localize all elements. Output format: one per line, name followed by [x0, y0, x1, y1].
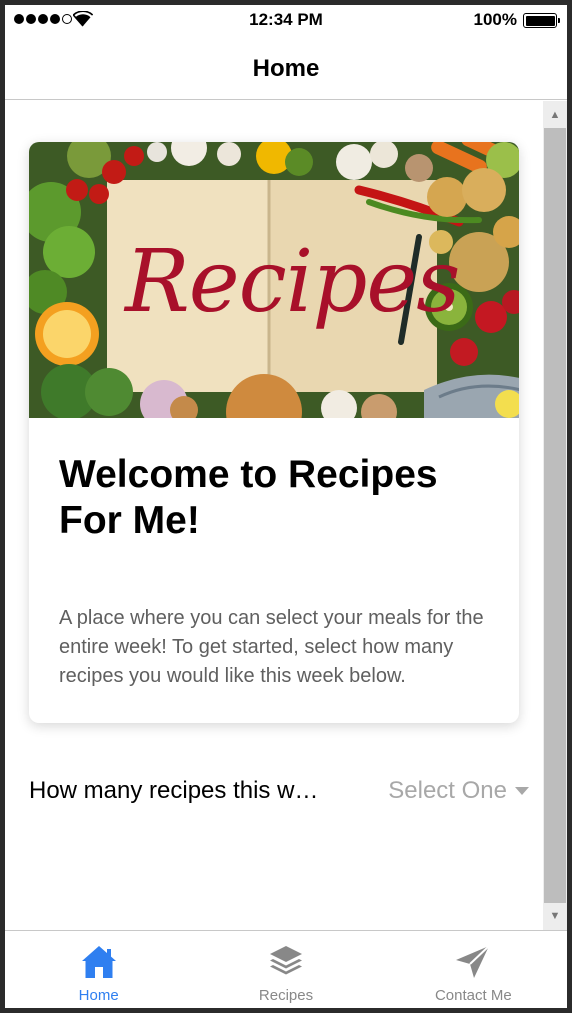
- welcome-card: Recipes Welcome to Recipes For Me! A pla…: [29, 142, 519, 723]
- caret-down-icon: [515, 787, 529, 795]
- tab-home-label: Home: [78, 987, 119, 1004]
- scroll-up-arrow-icon[interactable]: ▲: [543, 103, 567, 127]
- navigation-bar: Home: [5, 35, 567, 100]
- status-bar: 12:34 PM 100%: [5, 5, 567, 35]
- tab-contact-me-label: Contact Me: [434, 987, 512, 1004]
- welcome-title: Welcome to Recipes For Me!: [59, 453, 438, 543]
- tab-contact-me[interactable]: Contact Me: [380, 931, 567, 1008]
- tab-bar: Home Recipes Contact Me: [5, 930, 567, 1008]
- page-title: Home: [252, 55, 320, 82]
- layers-icon: [269, 946, 302, 975]
- home-icon: [81, 946, 116, 978]
- recipe-count-row[interactable]: How many recipes this w… Select One: [29, 771, 529, 811]
- battery-percent: 100%: [473, 10, 517, 29]
- hero-image: Recipes: [29, 142, 519, 418]
- battery-level: [525, 15, 555, 26]
- vertical-scrollbar[interactable]: ▲ ▼: [543, 101, 567, 930]
- recipe-count-select[interactable]: Select One: [388, 777, 529, 805]
- scroll-down-arrow-icon[interactable]: ▼: [543, 904, 567, 928]
- scroll-content[interactable]: Recipes Welcome to Recipes For Me! A pla…: [5, 101, 567, 930]
- battery-icon: [523, 13, 560, 28]
- welcome-description: A place where you can select your meals …: [59, 607, 484, 687]
- tab-home[interactable]: Home: [5, 931, 192, 1008]
- tab-recipes[interactable]: Recipes: [192, 931, 379, 1008]
- paper-plane-icon: [456, 945, 491, 978]
- phone-screen: 12:34 PM 100% Home Recipes Welcome to Re…: [5, 5, 567, 1008]
- recipe-count-value: Select One: [388, 777, 507, 804]
- tab-recipes-label: Recipes: [258, 987, 314, 1004]
- hero-recipes-text: Recipes: [125, 232, 460, 332]
- recipe-count-label: How many recipes this w…: [29, 777, 319, 804]
- scrollbar-thumb[interactable]: [544, 128, 566, 903]
